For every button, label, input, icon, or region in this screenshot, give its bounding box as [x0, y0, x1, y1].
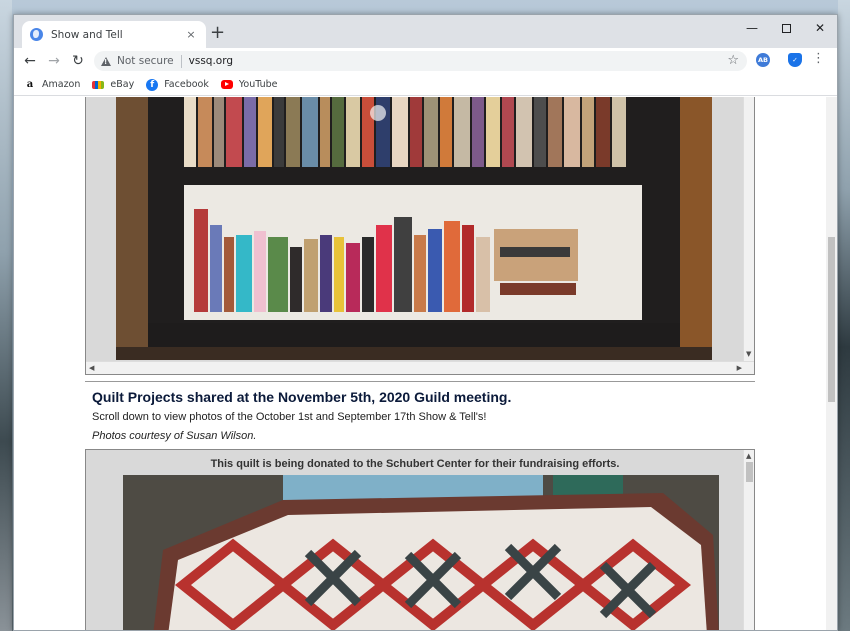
adblock-extension-icon[interactable]: AB	[756, 53, 770, 67]
forward-button[interactable]: →	[43, 50, 65, 72]
menu-icon[interactable]: ⋮	[812, 52, 825, 66]
frame-scrollbar-horizontal[interactable]: ◀ ▶	[86, 361, 754, 374]
amazon-icon: a	[26, 79, 34, 90]
bookmark-ebay[interactable]: eBay	[92, 79, 134, 90]
bookmark-label: YouTube	[238, 79, 278, 90]
close-window-button[interactable]: ✕	[803, 15, 837, 41]
shield-extension-icon[interactable]: ✓	[788, 53, 802, 67]
browser-window: Show and Tell × + — ✕ ← → ↻ Not secure v…	[13, 14, 838, 631]
url-text[interactable]: vssq.org	[189, 55, 233, 67]
title-bar: Show and Tell × + — ✕	[14, 15, 837, 48]
new-tab-button[interactable]: +	[210, 24, 225, 42]
scroll-right-icon[interactable]: ▶	[737, 364, 742, 372]
facebook-icon: f	[146, 78, 159, 91]
bookmark-label: Amazon	[42, 79, 81, 90]
tab-close-icon[interactable]: ×	[184, 28, 198, 41]
photo-credit-text: Photos courtesy of Susan Wilson.	[92, 430, 257, 442]
desktop-background-left	[0, 0, 12, 631]
tab-title: Show and Tell	[51, 28, 123, 41]
ebay-icon	[92, 80, 105, 89]
bookmark-star-icon[interactable]: ☆	[727, 53, 739, 68]
scroll-left-icon[interactable]: ◀	[89, 364, 94, 372]
page-scroll-thumb[interactable]	[828, 237, 835, 402]
bookmark-youtube[interactable]: YouTube	[220, 79, 278, 90]
scroll-instruction-text: Scroll down to view photos of the Octobe…	[92, 411, 487, 423]
maximize-icon	[781, 24, 791, 33]
scroll-up-icon[interactable]: ▲	[746, 452, 751, 460]
bookmark-label: eBay	[110, 79, 135, 90]
bookmark-facebook[interactable]: f Facebook	[146, 78, 209, 91]
section-divider	[85, 381, 755, 382]
address-bar[interactable]: Not secure vssq.org ☆	[94, 51, 747, 71]
browser-toolbar: ← → ↻ Not secure vssq.org ☆ AB ✓ ⋮	[14, 48, 837, 74]
warning-icon[interactable]	[101, 56, 111, 66]
back-button[interactable]: ←	[19, 50, 41, 72]
frame-scroll-thumb[interactable]	[746, 462, 753, 482]
browser-tab[interactable]: Show and Tell ×	[22, 21, 206, 48]
security-label[interactable]: Not secure	[117, 55, 174, 67]
bookmarks-bar: a Amazon eBay f Facebook YouTube	[14, 74, 837, 96]
maximize-button[interactable]	[769, 15, 803, 41]
scroll-down-icon[interactable]: ▼	[746, 350, 751, 358]
minimize-button[interactable]: —	[735, 15, 769, 41]
frame-scrollbar-vertical[interactable]: ▼	[743, 97, 754, 362]
bookmark-label: Facebook	[164, 79, 209, 90]
reload-button[interactable]: ↻	[67, 50, 89, 72]
page-scrollbar[interactable]	[826, 97, 837, 630]
bookshelf-quilt-photo	[116, 97, 712, 360]
desktop-background-right	[838, 0, 850, 631]
frame-scrollbar-vertical[interactable]: ▲	[743, 450, 754, 630]
omnibox-divider	[180, 54, 182, 68]
lattice-quilt-photo	[123, 475, 719, 630]
globe-icon	[30, 28, 43, 41]
page-heading: Quilt Projects shared at the November 5t…	[92, 389, 512, 405]
youtube-icon	[220, 80, 233, 89]
bookmark-amazon[interactable]: a Amazon	[24, 79, 81, 91]
photo-frame-bottom: This quilt is being donated to the Schub…	[85, 449, 755, 630]
photo-frame-top: ▼ ◀ ▶	[85, 97, 755, 375]
quilt-caption: This quilt is being donated to the Schub…	[210, 458, 620, 470]
page-viewport: ▼ ◀ ▶ Quilt Projects shared at the Novem…	[14, 97, 837, 630]
